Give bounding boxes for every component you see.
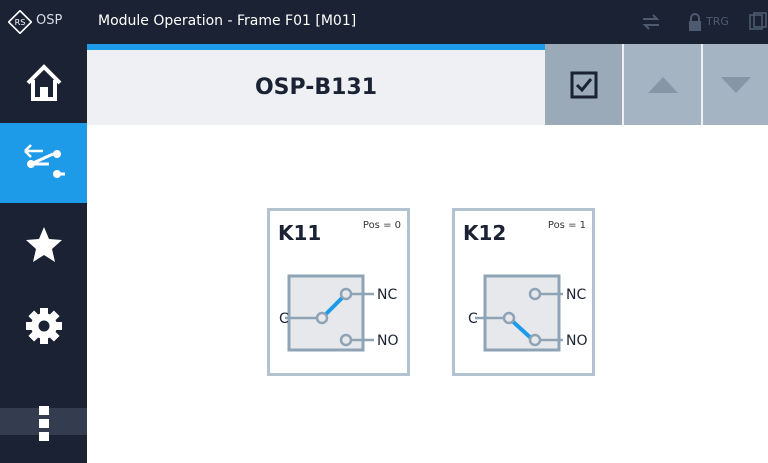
sidebar-item-favorites[interactable]: [0, 205, 87, 283]
star-icon: [25, 227, 62, 262]
sidebar-item-home[interactable]: [0, 44, 87, 121]
arrow-up-icon: [647, 76, 678, 93]
svg-text:RS: RS: [15, 18, 26, 27]
kebab-menu-icon: [38, 405, 49, 441]
window-title: Module Operation - Frame F01 [M01]: [98, 13, 357, 29]
sidebar-item-more[interactable]: [0, 384, 87, 463]
confirm-button[interactable]: [545, 44, 622, 125]
relay-position: Pos = 0: [362, 220, 401, 231]
document-check-icon[interactable]: [748, 10, 768, 34]
title-bar: RS OSP Module Operation - Frame F01 [M01…: [0, 0, 768, 44]
port-c-label: C: [279, 311, 289, 327]
port-no-label: NO: [377, 333, 399, 349]
rs-logo-icon: RS: [8, 10, 32, 34]
gear-icon: [25, 308, 62, 344]
port-nc-label: NC: [377, 287, 398, 303]
module-header: OSP-B131: [87, 44, 768, 125]
checkbox-checked-icon: [570, 71, 597, 98]
port-nc-label: NC: [566, 287, 587, 303]
move-up-button[interactable]: [624, 44, 701, 125]
trigger-label: TRG: [706, 15, 729, 28]
relay-card-k12[interactable]: K12 Pos = 1 C NC NO: [452, 208, 595, 376]
sidebar-item-switch-operation[interactable]: [0, 123, 87, 203]
home-icon: [26, 63, 61, 101]
lock-icon[interactable]: [686, 10, 704, 34]
sidebar-item-settings[interactable]: [0, 285, 87, 367]
switch-operation-icon: [23, 144, 65, 178]
relay-name: K11: [278, 221, 322, 245]
relay-card-k11[interactable]: K11 Pos = 0 C NC NO: [267, 208, 410, 376]
port-c-label: C: [468, 311, 478, 327]
arrow-down-icon: [720, 76, 751, 93]
brand-label: OSP: [36, 13, 63, 28]
sidebar: [0, 44, 87, 463]
relay-name: K12: [463, 221, 507, 245]
relay-position: Pos = 1: [547, 220, 586, 231]
module-title: OSP-B131: [254, 75, 378, 100]
sync-arrows-icon[interactable]: [640, 10, 662, 34]
move-down-button[interactable]: [703, 44, 768, 125]
port-no-label: NO: [566, 333, 588, 349]
